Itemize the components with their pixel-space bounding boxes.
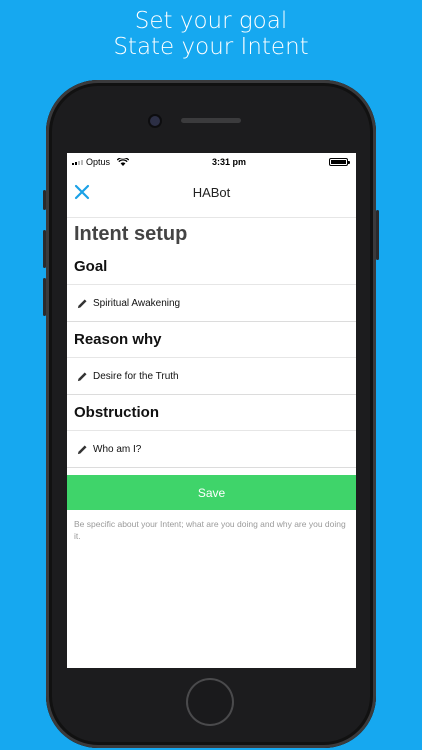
- nav-title: HABot: [192, 185, 231, 200]
- app-screen: Optus 3:31 pm HABot Intent setup Goal Sp…: [67, 153, 356, 668]
- status-time: 3:31 pm: [212, 156, 247, 167]
- reason-why-field[interactable]: Desire for the Truth: [67, 358, 356, 395]
- goal-field[interactable]: Spiritual Awakening: [67, 285, 356, 322]
- section-obstruction: Obstruction Who am I?: [67, 398, 356, 468]
- pencil-icon: [77, 298, 87, 308]
- reason-why-value: Desire for the Truth: [93, 370, 179, 382]
- status-bar: Optus 3:31 pm: [67, 153, 356, 170]
- obstruction-field[interactable]: Who am I?: [67, 431, 356, 468]
- navigation-bar: HABot: [67, 170, 356, 218]
- volume-down-button: [43, 278, 46, 316]
- signal-icon: [72, 158, 83, 165]
- status-left: Optus: [72, 156, 130, 167]
- obstruction-value: Who am I?: [93, 443, 142, 455]
- obstruction-label: Obstruction: [67, 398, 356, 431]
- power-button: [376, 210, 379, 260]
- helper-text: Be specific about your Intent; what are …: [74, 519, 346, 541]
- pencil-icon: [77, 444, 87, 454]
- marketing-headline: Set your goal State your Intent: [0, 8, 422, 60]
- goal-value: Spiritual Awakening: [93, 297, 181, 309]
- pencil-icon: [77, 371, 87, 381]
- carrier-name: Optus: [86, 156, 111, 167]
- save-button[interactable]: Save: [67, 475, 356, 510]
- headline-line-1: Set your goal: [134, 8, 288, 34]
- volume-up-button: [43, 230, 46, 268]
- section-goal: Goal Spiritual Awakening: [67, 252, 356, 322]
- section-reason-why: Reason why Desire for the Truth: [67, 325, 356, 395]
- home-button[interactable]: [188, 680, 232, 724]
- battery-icon: [329, 157, 350, 166]
- front-camera: [150, 116, 160, 126]
- earpiece-speaker: [181, 118, 241, 123]
- mute-switch: [43, 190, 46, 210]
- goal-label: Goal: [67, 252, 356, 285]
- reason-why-label: Reason why: [67, 325, 356, 358]
- headline-line-2: State your Intent: [113, 34, 309, 60]
- wifi-icon: [117, 157, 130, 166]
- page-title: Intent setup: [74, 223, 188, 245]
